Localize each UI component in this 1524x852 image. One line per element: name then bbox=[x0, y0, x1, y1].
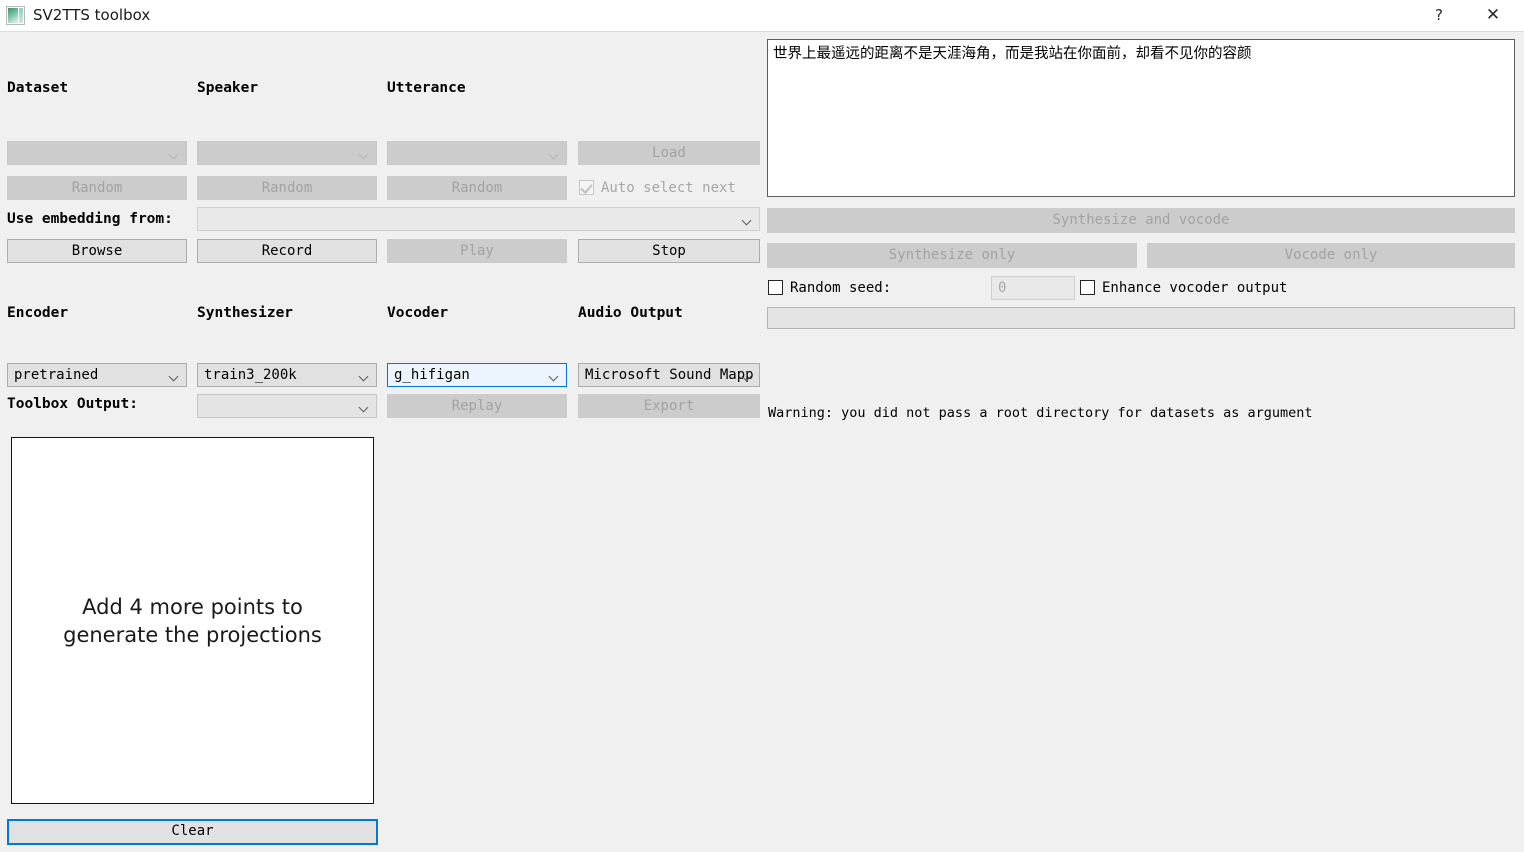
toolbox-output-combo[interactable] bbox=[197, 394, 377, 418]
enhance-vocoder-label: Enhance vocoder output bbox=[1102, 280, 1288, 296]
vocoder-header: Vocoder bbox=[387, 305, 449, 321]
auto-select-next-checkbox[interactable]: Auto select next bbox=[579, 179, 736, 197]
play-button[interactable]: Play bbox=[387, 239, 567, 263]
dataset-header: Dataset bbox=[7, 80, 69, 96]
encoder-header: Encoder bbox=[7, 305, 69, 321]
check-icon bbox=[580, 181, 593, 194]
app-icon bbox=[6, 6, 25, 25]
progress-bar bbox=[767, 307, 1515, 329]
export-button[interactable]: Export bbox=[578, 394, 760, 418]
synthesize-only-button[interactable]: Synthesize only bbox=[767, 243, 1137, 268]
synthesizer-header: Synthesizer bbox=[197, 305, 294, 321]
close-button[interactable]: ✕ bbox=[1470, 0, 1516, 31]
random-utterance-button[interactable]: Random bbox=[387, 176, 567, 200]
auto-select-next-label: Auto select next bbox=[601, 180, 736, 196]
random-seed-checkbox[interactable]: Random seed: bbox=[768, 279, 891, 297]
projection-canvas: Add 4 more points to generate the projec… bbox=[11, 437, 374, 804]
chevron-down-icon bbox=[360, 404, 369, 409]
clear-button[interactable]: Clear bbox=[7, 819, 378, 845]
random-seed-label: Random seed: bbox=[790, 280, 892, 296]
encoder-combo-value: pretrained bbox=[14, 367, 99, 383]
speaker-combo[interactable] bbox=[197, 141, 377, 165]
record-button[interactable]: Record bbox=[197, 239, 377, 263]
projection-message: Add 4 more points to generate the projec… bbox=[63, 594, 322, 647]
chevron-down-icon bbox=[360, 151, 369, 156]
window-title: SV2TTS toolbox bbox=[33, 6, 151, 24]
checkbox-box bbox=[1080, 280, 1095, 295]
chevron-down-icon bbox=[743, 217, 752, 222]
text-input-area[interactable]: 世界上最遥远的距离不是天涯海角，而是我站在你面前，却看不见你的容颜 bbox=[767, 39, 1515, 197]
title-bar: SV2TTS toolbox ? ✕ bbox=[0, 0, 1524, 32]
random-speaker-button[interactable]: Random bbox=[197, 176, 377, 200]
use-embedding-combo[interactable] bbox=[197, 207, 760, 231]
vocoder-combo-value: g_hifigan bbox=[394, 367, 470, 383]
utterance-header: Utterance bbox=[387, 80, 466, 96]
enhance-vocoder-checkbox[interactable]: Enhance vocoder output bbox=[1080, 279, 1287, 297]
toolbox-output-label: Toolbox Output: bbox=[7, 396, 138, 412]
chevron-down-icon bbox=[550, 151, 559, 156]
checkbox-box bbox=[579, 180, 594, 195]
load-button[interactable]: Load bbox=[578, 141, 760, 165]
browse-button[interactable]: Browse bbox=[7, 239, 187, 263]
encoder-combo[interactable]: pretrained bbox=[7, 363, 187, 387]
use-embedding-label: Use embedding from: bbox=[7, 211, 173, 227]
checkbox-box bbox=[768, 280, 783, 295]
chevron-down-icon bbox=[170, 373, 179, 378]
synthesizer-combo[interactable]: train3_200k bbox=[197, 363, 377, 387]
help-button[interactable]: ? bbox=[1416, 0, 1462, 31]
utterance-combo[interactable] bbox=[387, 141, 567, 165]
chevron-down-icon bbox=[170, 151, 179, 156]
stop-button[interactable]: Stop bbox=[578, 239, 760, 263]
vocoder-combo[interactable]: g_hifigan bbox=[387, 363, 567, 387]
chevron-down-icon bbox=[550, 373, 559, 378]
random-dataset-button[interactable]: Random bbox=[7, 176, 187, 200]
audio-output-combo-value: Microsoft Sound Mapp bbox=[585, 367, 754, 383]
speaker-header: Speaker bbox=[197, 80, 259, 96]
synthesizer-combo-value: train3_200k bbox=[204, 367, 297, 383]
replay-button[interactable]: Replay bbox=[387, 394, 567, 418]
audio-output-header: Audio Output bbox=[578, 305, 683, 321]
audio-output-combo[interactable]: Microsoft Sound Mapp bbox=[578, 363, 760, 387]
vocode-only-button[interactable]: Vocode only bbox=[1147, 243, 1515, 268]
dataset-combo[interactable] bbox=[7, 141, 187, 165]
warning-message: Warning: you did not pass a root directo… bbox=[768, 405, 1313, 421]
synthesize-and-vocode-button[interactable]: Synthesize and vocode bbox=[767, 208, 1515, 233]
random-seed-input[interactable]: 0 bbox=[991, 276, 1075, 300]
chevron-down-icon bbox=[360, 373, 369, 378]
